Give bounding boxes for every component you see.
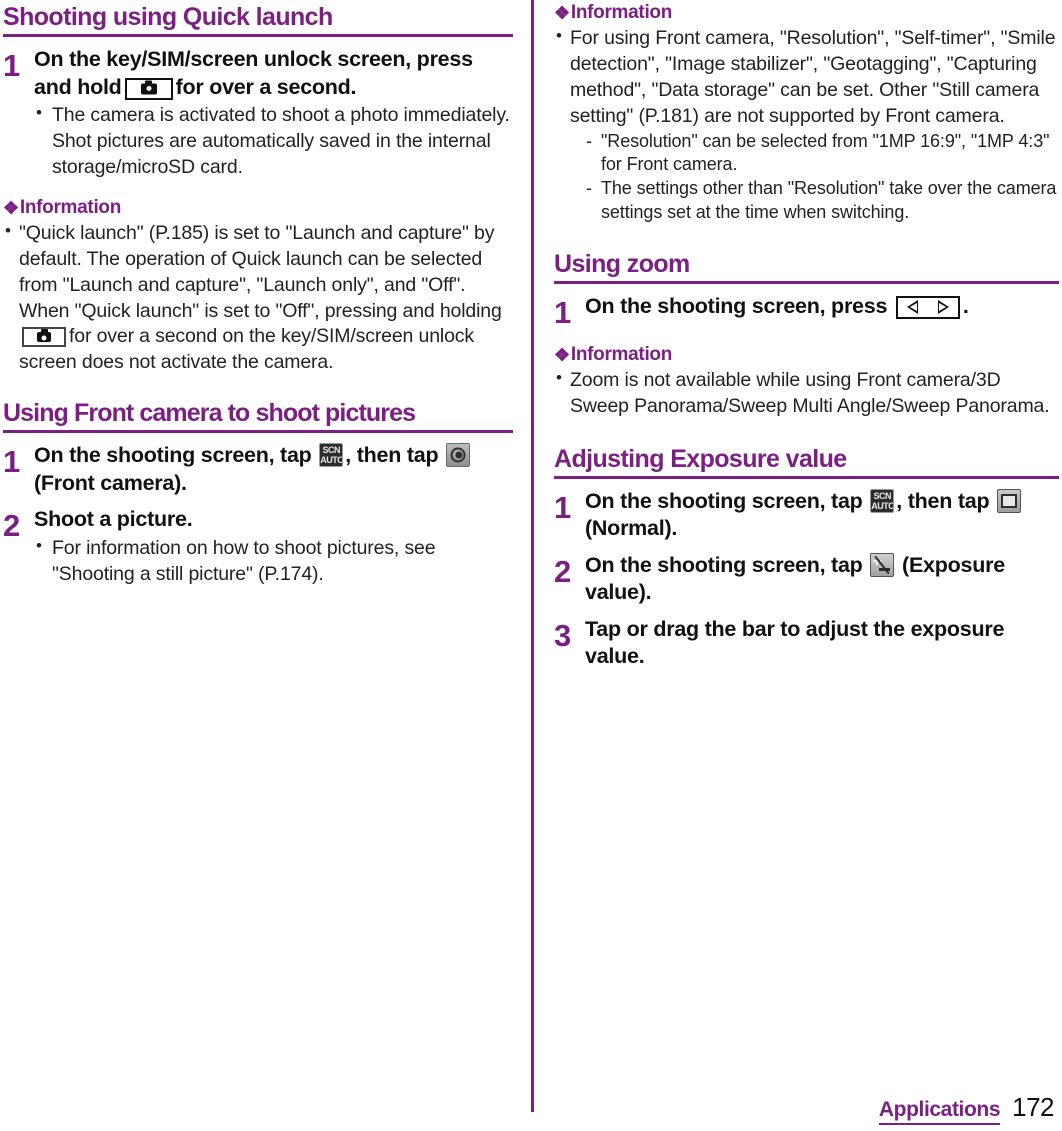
step-content: On the shooting screen, tap SCN AUTO, the… — [34, 442, 513, 497]
step-number: 1 — [554, 489, 572, 525]
sub-bullet-item: "Resolution" can be selected from "1MP 1… — [584, 130, 1059, 178]
step-title-text-part-1: On the shooting screen, tap — [585, 552, 863, 577]
exposure-value-icon — [870, 552, 895, 577]
scn-auto-line-2: AUTO — [320, 455, 344, 466]
step-exposure-2: 2 On the shooting screen, tap (Exposure … — [554, 552, 1059, 607]
heading-adjusting-exposure-value: Adjusting Exposure value — [554, 442, 1059, 479]
step-quick-launch-1: 1 On the key/SIM/screen unlock screen, p… — [3, 46, 513, 181]
page-footer: Applications 172 — [878, 1092, 1054, 1125]
step-title: On the shooting screen, press . — [585, 293, 1059, 321]
step-title: Tap or drag the bar to adjust the exposu… — [585, 616, 1005, 669]
zoom-key-icon — [895, 295, 960, 319]
right-column: ❖Information For using Front camera, "Re… — [531, 0, 1062, 1112]
step-bullet-list: For information on how to shoot pictures… — [34, 535, 513, 588]
information-heading-1: ❖ Information — [3, 197, 513, 219]
heading-shooting-using-quick-launch: Shooting using Quick launch — [3, 0, 513, 37]
step-title-text-part-1: On the shooting screen, tap — [34, 443, 312, 468]
chapter-label: Applications — [878, 1098, 1001, 1125]
camera-key-icon — [124, 77, 173, 100]
information-sub-bullet-list: "Resolution" can be selected from "1MP 1… — [584, 130, 1059, 225]
step-title-text-part-2: , then tap — [345, 443, 439, 468]
scn-auto-line-2: AUTO — [871, 500, 895, 511]
bullet-item: For using Front camera, "Resolution", "S… — [554, 25, 1059, 225]
step-content: Shoot a picture. For information on how … — [34, 506, 513, 587]
step-title: On the key/SIM/screen unlock screen, pre… — [34, 46, 513, 101]
step-number: 1 — [3, 48, 21, 83]
step-number: 1 — [3, 444, 21, 480]
step-number: 1 — [554, 294, 572, 330]
step-bullet-list: The camera is activated to shoot a photo… — [34, 102, 513, 181]
diamond-bullet-icon: ❖ — [554, 3, 570, 23]
step-title-text-part-2: , then tap — [896, 488, 990, 513]
bullet-item: Zoom is not available while using Front … — [554, 367, 1059, 420]
step-number: 2 — [3, 508, 21, 544]
left-column: Shooting using Quick launch 1 On the key… — [0, 0, 531, 1112]
information-bullet-list-1: For using Front camera, "Resolution", "S… — [554, 25, 1059, 225]
scn-auto-icon: SCN AUTO — [870, 488, 895, 513]
step-title-text-part-1: On the shooting screen, press — [585, 293, 888, 318]
step-title-text-part-1: On the shooting screen, tap — [585, 488, 863, 513]
step-exposure-1: 1 On the shooting screen, tap SCN AUTO, t… — [554, 488, 1059, 543]
heading-using-zoom: Using zoom — [554, 247, 1059, 284]
information-text-part-2: for over a second on the key/SIM/screen … — [19, 325, 474, 374]
camera-key-icon — [22, 327, 66, 348]
heading-using-front-camera-to-shoot-pictures: Using Front camera to shoot pictures — [3, 396, 513, 434]
step-title-text-part-2: for over a second. — [175, 74, 357, 99]
step-exposure-3: 3 Tap or drag the bar to adjust the expo… — [554, 616, 1059, 671]
step-content: On the shooting screen, press . — [585, 293, 1059, 321]
step-content: On the shooting screen, tap SCN AUTO, the… — [585, 488, 1059, 543]
scn-auto-line-1: SCN — [322, 445, 341, 456]
scn-auto-icon: SCN AUTO — [319, 443, 344, 468]
step-title: On the shooting screen, tap SCN AUTO, the… — [34, 442, 513, 497]
manual-page: Shooting using Quick launch 1 On the key… — [0, 0, 1062, 1131]
step-title-text-part-2: . — [962, 293, 969, 318]
step-title-text-part-3: (Front camera). — [34, 470, 187, 495]
sub-bullet-item: The settings other than "Resolution" tak… — [584, 177, 1059, 225]
information-bullet-list-2: Zoom is not available while using Front … — [554, 367, 1059, 420]
bullet-item: The camera is activated to shoot a photo… — [34, 102, 513, 181]
step-title: On the shooting screen, tap SCN AUTO, the… — [585, 488, 1059, 543]
information-heading-1: ❖ Information — [554, 2, 1059, 24]
bullet-item: For information on how to shoot pictures… — [34, 535, 513, 588]
information-bullet-list-1: "Quick launch" (P.185) is set to "Launch… — [3, 220, 513, 377]
information-label: Information — [570, 2, 673, 23]
step-content: On the key/SIM/screen unlock screen, pre… — [34, 46, 513, 181]
step-number: 3 — [554, 617, 572, 653]
step-front-camera-2: 2 Shoot a picture. For information on ho… — [3, 506, 513, 587]
bullet-item: "Quick launch" (P.185) is set to "Launch… — [3, 220, 513, 377]
page-number: 172 — [1012, 1092, 1054, 1122]
front-camera-icon — [446, 443, 471, 468]
information-label: Information — [19, 196, 122, 218]
diamond-bullet-icon: ❖ — [3, 197, 19, 218]
step-content: Tap or drag the bar to adjust the exposu… — [585, 616, 1059, 671]
step-title-text-part-3: (Normal). — [585, 516, 678, 541]
scn-auto-line-1: SCN — [873, 490, 892, 501]
step-content: On the shooting screen, tap (Exposure va… — [585, 552, 1059, 607]
information-text: For using Front camera, "Resolution", "S… — [570, 27, 1056, 127]
information-heading-2: ❖ Information — [554, 344, 1059, 366]
two-column-layout: Shooting using Quick launch 1 On the key… — [0, 0, 1062, 1112]
step-number: 2 — [554, 553, 572, 589]
normal-mode-icon — [997, 488, 1022, 513]
information-label: Information — [570, 343, 673, 365]
diamond-bullet-icon: ❖ — [554, 344, 570, 365]
information-text-part-1: "Quick launch" (P.185) is set to "Launch… — [19, 221, 502, 322]
step-title: On the shooting screen, tap (Exposure va… — [585, 552, 1059, 607]
step-title: Shoot a picture. — [34, 507, 193, 532]
step-front-camera-1: 1 On the shooting screen, tap SCN AUTO, t… — [3, 442, 513, 497]
step-using-zoom-1: 1 On the shooting screen, press . — [554, 293, 1059, 328]
